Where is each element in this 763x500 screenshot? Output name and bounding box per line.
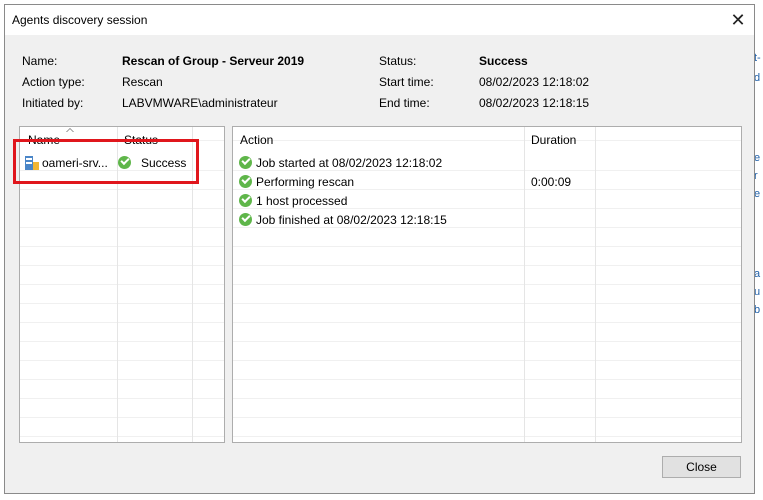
- column-header-duration[interactable]: Duration: [531, 133, 576, 147]
- initiated-by-value: LABVMWARE\administrateur: [122, 95, 278, 110]
- status-label: Status:: [379, 53, 417, 68]
- session-info-right: Status: Success Start time: 08/02/2023 1…: [379, 50, 589, 113]
- success-check-icon: [239, 175, 252, 188]
- log-action: Performing rescan: [256, 174, 355, 189]
- sort-ascending-icon: [66, 128, 74, 132]
- list-gridlines: [20, 127, 224, 442]
- action-type-label: Action type:: [22, 74, 85, 89]
- name-label: Name:: [22, 53, 58, 68]
- column-header-name[interactable]: Name: [28, 133, 60, 147]
- log-row[interactable]: 1 host processed: [239, 191, 347, 210]
- close-button[interactable]: Close: [662, 456, 741, 478]
- start-time-value: 08/02/2023 12:18:02: [479, 74, 590, 89]
- column-separator: [192, 127, 193, 442]
- log-action: 1 host processed: [256, 193, 348, 208]
- success-check-icon: [239, 156, 252, 169]
- end-time-label: End time:: [379, 95, 430, 110]
- log-row[interactable]: Performing rescan: [239, 172, 354, 191]
- log-duration: 0:00:09: [531, 174, 572, 189]
- title-bar: Agents discovery session ✕: [5, 5, 754, 35]
- object-name: oameri-srv...: [42, 155, 108, 170]
- status-value: Success: [479, 53, 528, 68]
- start-time-label: Start time:: [379, 74, 434, 89]
- log-row[interactable]: Job finished at 08/02/2023 12:18:15: [239, 210, 447, 229]
- object-status-cell: Success: [118, 153, 186, 172]
- session-info-left: Name: Rescan of Group - Serveur 2019 Act…: [22, 50, 304, 113]
- server-icon: [24, 155, 40, 170]
- success-check-icon: [118, 156, 131, 169]
- list-item[interactable]: oameri-srv...: [24, 153, 108, 172]
- success-check-icon: [239, 194, 252, 207]
- column-separator: [117, 127, 118, 442]
- success-check-icon: [239, 213, 252, 226]
- close-icon[interactable]: ✕: [726, 8, 750, 32]
- window-title: Agents discovery session: [12, 13, 148, 27]
- initiated-by-label: Initiated by:: [22, 95, 84, 110]
- column-separator: [524, 127, 525, 442]
- objects-list[interactable]: Name Status oameri-srv... Success: [19, 126, 225, 443]
- column-separator: [595, 127, 596, 442]
- actions-log[interactable]: Action Duration Job started at 08/02/202…: [232, 126, 742, 443]
- action-type-value: Rescan: [122, 74, 163, 89]
- background-text: t-: [754, 52, 761, 64]
- object-status: Success: [141, 155, 187, 170]
- log-action: Job finished at 08/02/2023 12:18:15: [256, 212, 447, 227]
- name-value: Rescan of Group - Serveur 2019: [122, 53, 305, 68]
- column-header-status[interactable]: Status: [124, 133, 158, 147]
- log-row[interactable]: Job started at 08/02/2023 12:18:02: [239, 153, 442, 172]
- end-time-value: 08/02/2023 12:18:15: [479, 95, 590, 110]
- log-action: Job started at 08/02/2023 12:18:02: [256, 155, 443, 170]
- session-dialog: Agents discovery session ✕ Name: Rescan …: [4, 4, 755, 494]
- column-header-action[interactable]: Action: [240, 133, 273, 147]
